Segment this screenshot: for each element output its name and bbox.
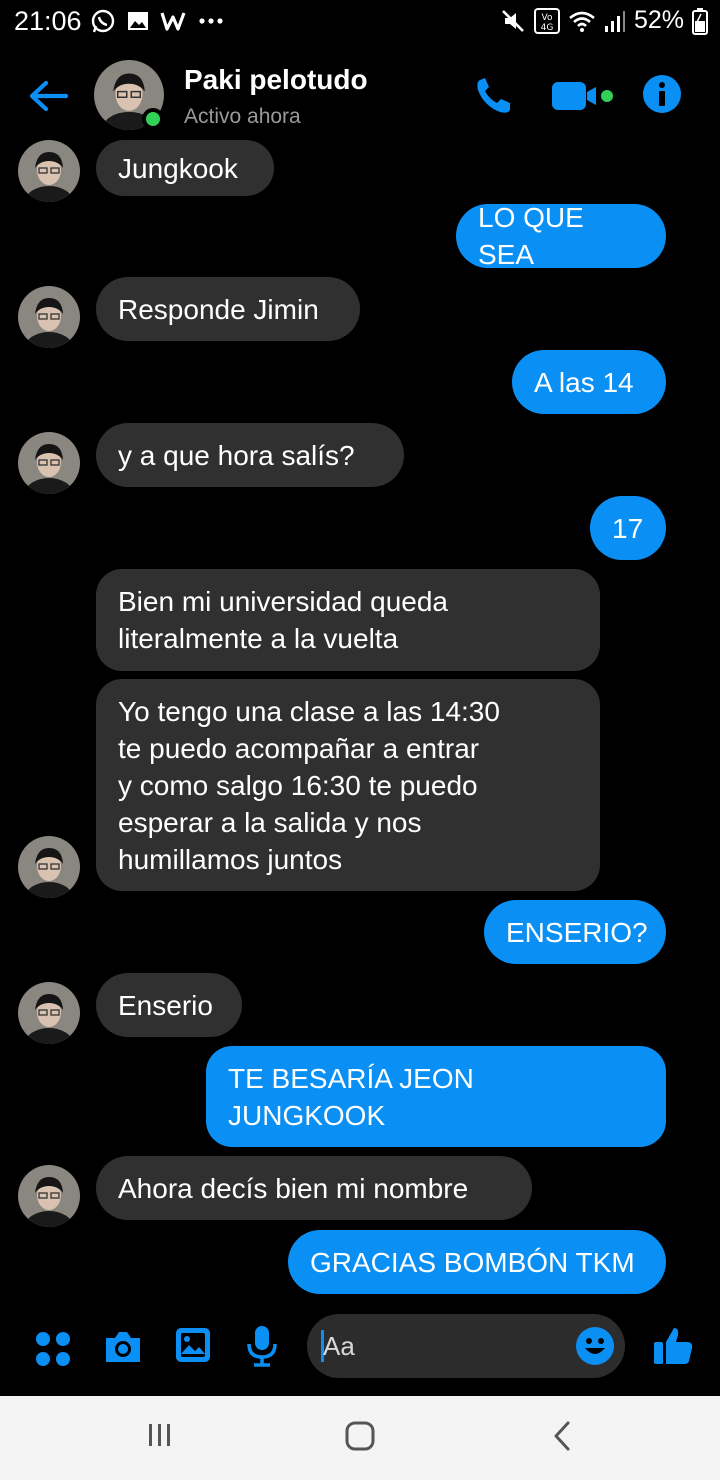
sender-avatar[interactable] (18, 1165, 80, 1227)
incoming-message[interactable]: Bien mi universidad queda literalmente a… (96, 569, 600, 671)
contact-name[interactable]: Paki pelotudo (184, 64, 368, 96)
camera-icon[interactable] (102, 1328, 144, 1366)
microphone-icon[interactable] (245, 1324, 279, 1368)
battery-icon (692, 7, 708, 35)
message-input-wrapper (307, 1314, 625, 1378)
video-call-icon[interactable] (550, 76, 616, 116)
apps-grid-icon[interactable] (34, 1330, 72, 1368)
svg-text:4G: 4G (541, 23, 554, 33)
composer-bar (0, 1300, 720, 1396)
back-arrow-icon[interactable] (26, 74, 70, 118)
info-icon[interactable] (642, 74, 682, 114)
battery-percent: 52% (633, 6, 684, 34)
outgoing-message[interactable]: LO QUE SEA (456, 202, 666, 270)
incoming-message[interactable]: Ahora decís bien mi nombre (96, 1156, 532, 1220)
contact-status: Activo ahora (184, 105, 301, 128)
incoming-message[interactable]: y a que hora salís? (96, 423, 404, 487)
system-icons: Vo 4G 52% (500, 6, 708, 35)
gallery-icon (128, 12, 148, 30)
volte-4g-icon: Vo4G (533, 7, 560, 34)
w-app-icon (160, 12, 186, 31)
thumbs-up-icon[interactable] (652, 1324, 694, 1366)
android-nav-bar (0, 1396, 720, 1480)
whatsapp-icon (91, 9, 115, 33)
incoming-message[interactable]: Jungkook (96, 140, 274, 196)
phone-call-icon[interactable] (472, 74, 516, 118)
sender-avatar[interactable] (18, 982, 80, 1044)
online-indicator (142, 108, 164, 130)
status-time: 21:06 (14, 6, 82, 36)
outgoing-message[interactable]: A las 14 (512, 350, 666, 414)
sender-avatar[interactable] (18, 432, 80, 494)
sender-avatar[interactable] (18, 140, 80, 202)
incoming-message[interactable]: Yo tengo una clase a las 14:30 te puedo … (96, 679, 600, 891)
incoming-message[interactable]: Responde Jimin (96, 277, 360, 341)
outgoing-message[interactable]: GRACIAS BOMBÓN TKM (288, 1230, 666, 1294)
recent-apps-icon[interactable] (144, 1420, 176, 1450)
image-icon[interactable] (174, 1326, 212, 1364)
signal-icon (604, 10, 625, 32)
sender-avatar[interactable] (18, 286, 80, 348)
svg-text:Vo: Vo (541, 13, 552, 23)
status-bar: 21:06 Vo 4G 52% (0, 0, 720, 44)
outgoing-message[interactable]: TE BESARÍA JEON JUNGKOOK (206, 1046, 666, 1147)
outgoing-message[interactable]: 17 (590, 496, 666, 560)
sender-avatar[interactable] (18, 836, 80, 898)
wifi-icon (569, 11, 595, 32)
emoji-icon[interactable] (575, 1326, 615, 1366)
outgoing-message[interactable]: ENSERIO? (484, 900, 666, 964)
home-icon[interactable] (344, 1420, 376, 1452)
message-input[interactable] (323, 1328, 563, 1364)
incoming-message[interactable]: Enserio (96, 973, 242, 1037)
notification-icons (90, 8, 224, 34)
more-dots-icon (199, 18, 223, 24)
mute-icon (502, 9, 524, 32)
back-nav-icon[interactable] (550, 1420, 574, 1452)
chat-header: Paki pelotudo Activo ahora (0, 44, 720, 148)
